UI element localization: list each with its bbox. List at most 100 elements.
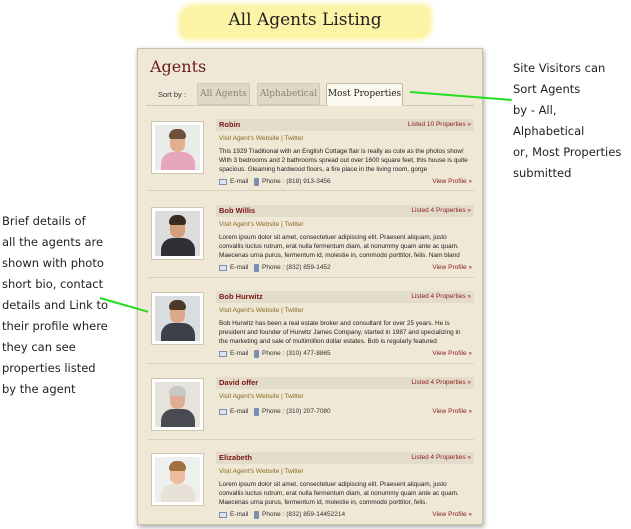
agent-name-bar: Bob Willis Listed 4 Properties » bbox=[216, 205, 474, 217]
agent-website-link[interactable]: Visit Agent's Website bbox=[219, 221, 279, 228]
agent-name-bar: Robin Listed 10 Properties » bbox=[216, 119, 474, 131]
agent-name[interactable]: Bob Hurwitz bbox=[219, 292, 263, 301]
agent-email-link[interactable]: E-mail bbox=[230, 408, 248, 415]
agent-website-link[interactable]: Visit Agent's Website bbox=[219, 135, 279, 142]
tab-alphabetical[interactable]: Alphabetical bbox=[257, 83, 320, 105]
annotation-sort: Site Visitors can Sort Agents by - All, … bbox=[513, 58, 631, 184]
agent-phone: Phone : (818) 913-3456 bbox=[262, 178, 331, 185]
mail-icon bbox=[219, 512, 227, 518]
agent-links: Visit Agent's Website | Twitter bbox=[219, 221, 304, 228]
agent-links: Visit Agent's Website | Twitter bbox=[219, 468, 304, 475]
agent-card: Bob Hurwitz Listed 4 Properties » Visit … bbox=[148, 291, 474, 364]
phone-icon bbox=[254, 350, 259, 358]
agent-card: David offer Listed 4 Properties » Visit … bbox=[148, 377, 474, 440]
agent-name-bar: Elizabeth Listed 4 Properties » bbox=[216, 452, 474, 464]
agent-name-bar: David offer Listed 4 Properties » bbox=[216, 377, 474, 389]
agent-photo[interactable] bbox=[151, 207, 204, 260]
listed-properties-link[interactable]: Listed 10 Properties » bbox=[408, 121, 471, 128]
agent-contact-row: E-mail Phone : (818) 913-3456 View Profi… bbox=[219, 178, 474, 187]
agent-name[interactable]: Robin bbox=[219, 120, 240, 129]
agent-phone: Phone : (832) 859-1452 bbox=[262, 264, 331, 271]
agent-bio: Bob Hurwitz has been a real estate broke… bbox=[219, 320, 461, 345]
annotation-line: shown with photo bbox=[2, 256, 104, 270]
agent-phone: Phone : (832) 859-14452214 bbox=[262, 511, 346, 518]
agent-contact-row: E-mail Phone : (310) 207-7080 View Profi… bbox=[219, 408, 474, 417]
listed-properties-link[interactable]: Listed 4 Properties » bbox=[411, 454, 471, 461]
tabs-underline bbox=[146, 105, 474, 106]
phone-icon bbox=[254, 511, 259, 519]
agent-links: Visit Agent's Website | Twitter bbox=[219, 135, 304, 142]
agent-phone: Phone : (310) 477-8865 bbox=[262, 350, 331, 357]
annotation-line: by the agent bbox=[2, 382, 76, 396]
agent-bio: This 1929 Traditional with an English Co… bbox=[219, 148, 468, 173]
agent-card: Robin Listed 10 Properties » Visit Agent… bbox=[148, 119, 474, 191]
annotation-line: or, Most Properties bbox=[513, 145, 622, 159]
agent-card: Bob Willis Listed 4 Properties » Visit A… bbox=[148, 205, 474, 278]
mail-icon bbox=[219, 351, 227, 357]
view-profile-link[interactable]: View Profile » bbox=[432, 408, 472, 415]
agent-phone: Phone : (310) 207-7080 bbox=[262, 408, 331, 415]
phone-icon bbox=[254, 264, 259, 272]
agent-name[interactable]: Bob Willis bbox=[219, 206, 255, 215]
annotation-line: Site Visitors can bbox=[513, 61, 606, 75]
view-profile-link[interactable]: View Profile » bbox=[432, 178, 472, 185]
agent-card: Elizabeth Listed 4 Properties » Visit Ag… bbox=[148, 452, 474, 524]
agent-contact-row: E-mail Phone : (832) 859-1452 View Profi… bbox=[219, 264, 474, 273]
agent-email-link[interactable]: E-mail bbox=[230, 178, 248, 185]
panel-title: Agents bbox=[150, 57, 207, 76]
agent-photo[interactable] bbox=[151, 378, 204, 431]
agent-bio: Lorem ipsum dolor sit amet, consectetuer… bbox=[219, 234, 460, 259]
sort-label: Sort by : bbox=[158, 90, 186, 99]
annotation-line: Sort Agents bbox=[513, 82, 581, 96]
agent-bio: Lorem ipsum dolor sit amet, consectetuer… bbox=[219, 481, 459, 506]
listed-properties-link[interactable]: Listed 4 Properties » bbox=[411, 207, 471, 214]
agents-panel: Agents Sort by : All Agents Alphabetical… bbox=[137, 48, 483, 525]
annotation-line: properties listed bbox=[2, 361, 96, 375]
agent-website-link[interactable]: Visit Agent's Website bbox=[219, 393, 279, 400]
mail-icon bbox=[219, 265, 227, 271]
agent-twitter-link[interactable]: Twitter bbox=[284, 135, 303, 142]
annotation-line: they can see bbox=[2, 340, 76, 354]
divider bbox=[148, 363, 474, 364]
mail-icon bbox=[219, 409, 227, 415]
mail-icon bbox=[219, 179, 227, 185]
page-title: All Agents Listing bbox=[228, 10, 382, 30]
annotation-line: Brief details of bbox=[2, 214, 86, 228]
divider bbox=[148, 277, 474, 278]
annotation-line: by - All, Alphabetical bbox=[513, 103, 585, 138]
listed-properties-link[interactable]: Listed 4 Properties » bbox=[411, 293, 471, 300]
annotation-details: Brief details of all the agents are show… bbox=[2, 211, 120, 400]
agent-email-link[interactable]: E-mail bbox=[230, 350, 248, 357]
agent-website-link[interactable]: Visit Agent's Website bbox=[219, 468, 279, 475]
tab-all-agents[interactable]: All Agents bbox=[197, 83, 250, 105]
tab-most-properties[interactable]: Most Properties bbox=[326, 83, 403, 106]
annotation-line: all the agents are bbox=[2, 235, 104, 249]
phone-icon bbox=[254, 178, 259, 186]
view-profile-link[interactable]: View Profile » bbox=[432, 350, 472, 357]
agent-twitter-link[interactable]: Twitter bbox=[284, 221, 303, 228]
agent-photo[interactable] bbox=[151, 121, 204, 174]
agent-contact-row: E-mail Phone : (310) 477-8865 View Profi… bbox=[219, 350, 474, 359]
view-profile-link[interactable]: View Profile » bbox=[432, 264, 472, 271]
agent-email-link[interactable]: E-mail bbox=[230, 264, 248, 271]
listed-properties-link[interactable]: Listed 4 Properties » bbox=[411, 379, 471, 386]
agent-email-link[interactable]: E-mail bbox=[230, 511, 248, 518]
agent-twitter-link[interactable]: Twitter bbox=[284, 468, 303, 475]
agent-website-link[interactable]: Visit Agent's Website bbox=[219, 307, 279, 314]
agent-name-bar: Bob Hurwitz Listed 4 Properties » bbox=[216, 291, 474, 303]
agent-links: Visit Agent's Website | Twitter bbox=[219, 393, 304, 400]
annotation-line: short bio, contact bbox=[2, 277, 104, 291]
annotation-line: submitted bbox=[513, 166, 572, 180]
divider bbox=[148, 190, 474, 191]
agent-contact-row: E-mail Phone : (832) 859-14452214 View P… bbox=[219, 511, 474, 520]
agent-twitter-link[interactable]: Twitter bbox=[284, 393, 303, 400]
divider bbox=[148, 439, 474, 440]
agent-photo[interactable] bbox=[151, 292, 204, 345]
annotation-line: their profile where bbox=[2, 319, 108, 333]
agent-name[interactable]: David offer bbox=[219, 378, 258, 387]
view-profile-link[interactable]: View Profile » bbox=[432, 511, 472, 518]
phone-icon bbox=[254, 408, 259, 416]
agent-name[interactable]: Elizabeth bbox=[219, 453, 252, 462]
agent-twitter-link[interactable]: Twitter bbox=[284, 307, 303, 314]
agent-photo[interactable] bbox=[151, 453, 204, 506]
